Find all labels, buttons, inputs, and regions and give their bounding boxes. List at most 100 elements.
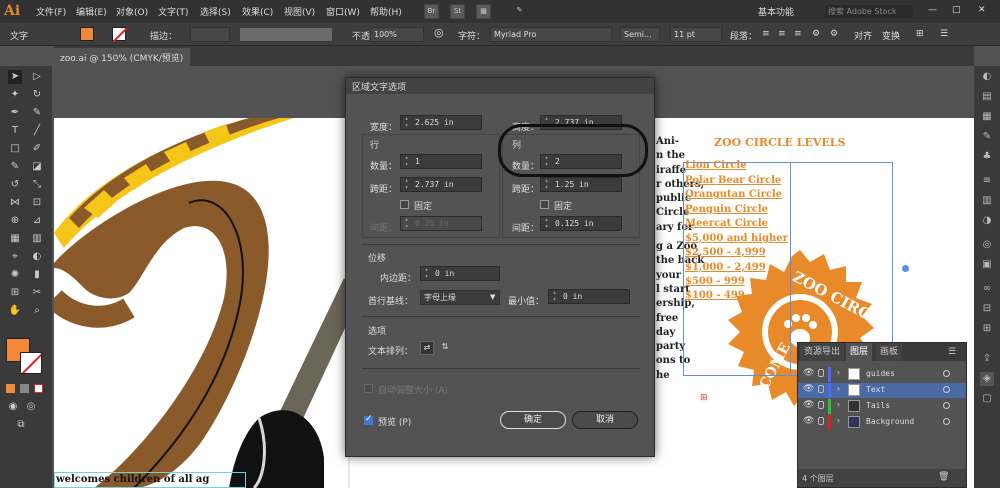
shape-builder-icon[interactable]: ⊕	[8, 214, 22, 228]
symbols-icon[interactable]: ♣	[980, 150, 994, 164]
menu-window[interactable]: 窗口(W)	[326, 5, 360, 18]
rectangle-icon[interactable]: □	[8, 142, 22, 156]
rows-span-field[interactable]: 2.737 in	[400, 177, 482, 192]
menu-file[interactable]: 文件(F)	[36, 5, 66, 18]
eyedropper-icon[interactable]: ⌖	[8, 250, 22, 264]
slice-icon[interactable]: ✂	[30, 286, 44, 300]
swatches-icon[interactable]: ▦	[980, 110, 994, 124]
appearance-icon[interactable]: ◎	[980, 238, 994, 252]
min-field[interactable]: 0 in	[548, 289, 630, 304]
rows-count-field[interactable]: 1	[400, 154, 482, 169]
rows-fixed-checkbox[interactable]	[400, 200, 409, 209]
font-style-field[interactable]: Semi...	[620, 27, 660, 42]
lock-icon[interactable]	[818, 369, 824, 377]
layer-row-background[interactable]: 👁 › Background	[798, 415, 966, 430]
selection-tool-icon[interactable]: ➤	[8, 70, 22, 84]
isolate-icon[interactable]: ⊞	[916, 29, 924, 39]
width-icon[interactable]: ⋈	[8, 196, 22, 210]
magic-wand-icon[interactable]: ✦	[8, 88, 22, 102]
zoom-icon[interactable]: ⌕	[30, 304, 44, 318]
eraser-icon[interactable]: ◪	[30, 160, 44, 174]
threading-handle[interactable]	[902, 265, 909, 272]
maximize-icon[interactable]: □	[952, 5, 961, 15]
layers-panel-icon[interactable]: ◈	[980, 372, 994, 386]
columns-fixed-checkbox[interactable]	[540, 200, 549, 209]
gradient-panel-icon[interactable]: ▥	[980, 194, 994, 208]
color-panel-icon[interactable]: ◐	[980, 70, 994, 84]
stock-search-input[interactable]: 搜索 Adobe Stock	[824, 4, 914, 19]
layer-row-text[interactable]: 👁 › Text	[798, 383, 966, 398]
menu-edit[interactable]: 编辑(E)	[76, 5, 107, 18]
hand-icon[interactable]: ✋	[8, 304, 22, 318]
rotate-icon[interactable]: ↺	[8, 178, 22, 192]
auto-size-checkbox[interactable]	[364, 384, 373, 393]
rows-gutter-field[interactable]: 0.25 in	[400, 216, 482, 231]
lock-icon[interactable]	[818, 385, 824, 393]
line-icon[interactable]: ╱	[30, 124, 44, 138]
flow-by-rows-icon[interactable]: ⇄	[420, 341, 434, 355]
expand-arrow-icon[interactable]: ›	[836, 368, 841, 377]
width-field[interactable]: 2.625 in	[400, 115, 482, 130]
align-link[interactable]: 对齐	[854, 29, 872, 42]
color-guide-icon[interactable]: ▤	[980, 90, 994, 104]
opacity-field[interactable]: 100%	[370, 27, 424, 42]
lock-icon[interactable]	[818, 401, 824, 409]
asset-export-icon[interactable]: ⇪	[980, 352, 994, 366]
stroke-panel-icon[interactable]: ≡	[980, 174, 994, 188]
menu-type[interactable]: 文字(T)	[158, 5, 189, 18]
symbol-sprayer-icon[interactable]: ✺	[8, 268, 22, 282]
chevron-down-icon[interactable]: ▼	[490, 293, 495, 301]
links-icon[interactable]: ∞	[980, 282, 994, 296]
align-center-icon[interactable]: ≡	[778, 29, 786, 39]
mesh-icon[interactable]: ▦	[8, 232, 22, 246]
panel-menu-icon[interactable]: ☰	[940, 29, 948, 39]
brushes-icon[interactable]: ✎	[980, 130, 994, 144]
artboard-icon[interactable]: ⊞	[8, 286, 22, 300]
columns-span-field[interactable]: 1.25 in	[540, 177, 622, 192]
cancel-button[interactable]: 取消	[572, 411, 638, 429]
flow-by-columns-icon[interactable]: ⇅	[438, 341, 452, 355]
visibility-eye-icon[interactable]: 👁	[803, 400, 814, 410]
shaper-icon[interactable]: ✎	[8, 160, 22, 174]
transparency-icon[interactable]: ◑	[980, 214, 994, 228]
first-baseline-select[interactable]: 字母上缘	[420, 290, 500, 305]
transform-link[interactable]: 变换	[882, 29, 900, 42]
font-size-field[interactable]: 11 pt	[670, 27, 722, 42]
tab-artboards[interactable]: 画板	[876, 343, 903, 361]
target-circle-icon[interactable]	[943, 402, 950, 409]
graph-icon[interactable]: ▮	[30, 268, 44, 282]
stroke-profile[interactable]	[240, 28, 332, 41]
stroke-swatch[interactable]	[112, 27, 128, 43]
align-left-icon[interactable]: ≡	[762, 29, 770, 39]
recolor-icon[interactable]: ◎	[434, 26, 444, 39]
font-family-field[interactable]: Myriad Pro	[490, 27, 612, 42]
menu-view[interactable]: 视图(V)	[284, 5, 315, 18]
visibility-eye-icon[interactable]: 👁	[803, 368, 814, 378]
type-tool-icon[interactable]: T	[8, 124, 22, 138]
panel-menu-icon[interactable]: ☰	[948, 347, 956, 357]
stock-icon[interactable]: St	[450, 4, 465, 19]
artboards-panel-icon[interactable]: ▢	[980, 392, 994, 406]
workspace-switcher[interactable]: 基本功能	[758, 5, 794, 18]
menu-help[interactable]: 帮助(H)	[370, 5, 402, 18]
draw-mode-icon[interactable]: ◉	[6, 400, 20, 414]
graphic-styles-icon[interactable]: ▣	[980, 258, 994, 272]
align-panel-icon[interactable]: ⊟	[980, 302, 994, 316]
out-port-icon[interactable]: ⊞	[700, 393, 708, 403]
pathfinder-icon[interactable]: ⊞	[980, 322, 994, 336]
paintbrush-icon[interactable]: ✐	[30, 142, 44, 156]
sync-icon[interactable]: ✎	[512, 4, 527, 19]
free-transform-icon[interactable]: ⊡	[30, 196, 44, 210]
visibility-eye-icon[interactable]: 👁	[803, 384, 814, 394]
layer-row-guides[interactable]: 👁 › guides	[798, 367, 966, 382]
text-options-icon-2[interactable]: ⚙	[830, 29, 838, 39]
target-circle-icon[interactable]	[943, 370, 950, 377]
columns-gutter-field[interactable]: 0.125 in	[540, 216, 622, 231]
direct-selection-icon[interactable]: ▷	[30, 70, 44, 84]
target-circle-icon[interactable]	[943, 418, 950, 425]
tab-asset-export[interactable]: 资源导出	[800, 343, 845, 361]
lasso-icon[interactable]: ↻	[30, 88, 44, 102]
visibility-eye-icon[interactable]: 👁	[803, 416, 814, 426]
draw-behind-icon[interactable]: ◎	[24, 400, 38, 414]
color-mode-icon[interactable]	[6, 384, 15, 393]
